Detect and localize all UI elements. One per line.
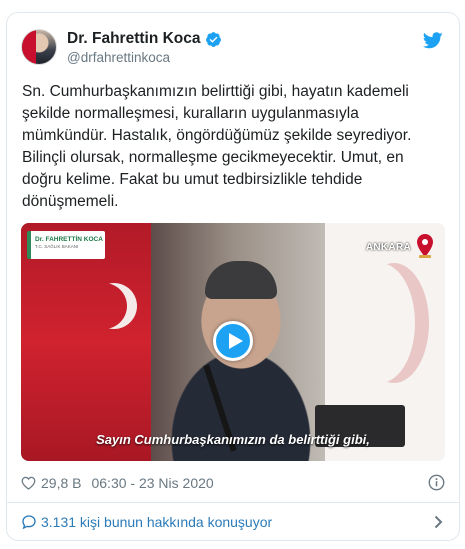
author-display-name[interactable]: Dr. Fahrettin Koca — [67, 30, 201, 48]
tweet-meta: 29,8 B 06:30 - 23 Nis 2020 — [21, 473, 445, 493]
location-label: ANKARA — [365, 242, 411, 253]
author-name-row[interactable]: Dr. Fahrettin Koca — [67, 30, 222, 48]
video-caption: Sayın Cumhurbaşkanımızın da belirttiği g… — [96, 432, 370, 447]
lower-third-title: T.C. SAĞLIK BAKANI — [35, 244, 79, 249]
tweet-card[interactable]: Dr. Fahrettin Koca @drfahrettinkoca Sn. … — [6, 12, 460, 541]
like-count[interactable]: 29,8 B — [41, 475, 81, 491]
conversation-link[interactable]: 3.131 kişi bunun hakkında konuşuyor — [21, 511, 445, 533]
tweet-timestamp[interactable]: 06:30 - 23 Nis 2020 — [91, 475, 213, 491]
author-handle[interactable]: @drfahrettinkoca — [67, 50, 170, 65]
location-pin-icon — [417, 234, 433, 258]
divider — [7, 502, 459, 503]
tweet-header: Dr. Fahrettin Koca @drfahrettinkoca — [21, 29, 445, 69]
play-button[interactable] — [213, 321, 253, 361]
lower-third-name: Dr. FAHRETTİN KOCA — [35, 236, 103, 243]
chevron-right-icon[interactable] — [434, 515, 443, 529]
tweet-text: Sn. Cumhurbaşkanımızın belirttiği gibi, … — [22, 83, 412, 210]
verified-badge-icon — [205, 31, 221, 47]
twitter-bird-icon[interactable] — [423, 32, 443, 49]
avatar[interactable] — [21, 29, 57, 65]
conversation-label[interactable]: 3.131 kişi bunun hakkında konuşuyor — [41, 514, 272, 530]
video-player[interactable]: Dr. FAHRETTİN KOCA T.C. SAĞLIK BAKANI AN… — [21, 223, 445, 461]
info-icon[interactable] — [428, 474, 445, 491]
lower-third-banner: Dr. FAHRETTİN KOCA T.C. SAĞLIK BAKANI — [27, 231, 105, 259]
comment-icon — [22, 515, 36, 530]
play-icon — [229, 333, 243, 349]
heart-icon[interactable] — [21, 476, 36, 490]
